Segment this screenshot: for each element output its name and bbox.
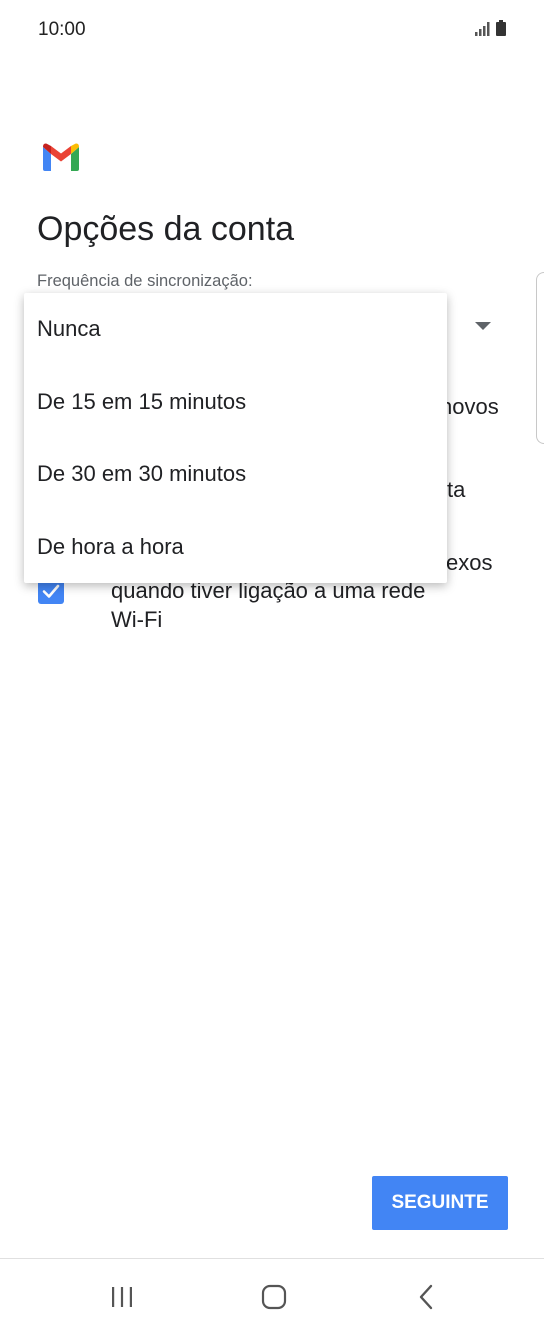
- dropdown-arrow-icon[interactable]: [475, 322, 491, 330]
- sync-frequency-label: Frequência de sincronização:: [37, 272, 253, 290]
- gmail-logo-icon: [43, 143, 79, 171]
- dropdown-option-30-min[interactable]: De 30 em 30 minutos: [24, 438, 447, 511]
- battery-icon: [496, 20, 506, 36]
- home-icon: [261, 1284, 287, 1310]
- page-title: Opções da conta: [37, 210, 295, 248]
- signal-icon: [475, 22, 490, 36]
- dropdown-option-hourly[interactable]: De hora a hora: [24, 511, 447, 584]
- back-button[interactable]: [406, 1279, 446, 1315]
- status-icons: [475, 20, 506, 36]
- background-text-fragment: exos: [446, 550, 493, 575]
- dropdown-option-never[interactable]: Nunca: [24, 293, 447, 366]
- status-bar: 10:00: [0, 0, 544, 60]
- background-text-fragment: ta: [447, 477, 466, 502]
- sync-frequency-dropdown: Nunca De 15 em 15 minutos De 30 em 30 mi…: [24, 293, 447, 583]
- recent-apps-icon: [112, 1287, 132, 1307]
- recent-apps-button[interactable]: [102, 1279, 142, 1315]
- next-button[interactable]: SEGUINTE: [372, 1176, 508, 1230]
- home-button[interactable]: [254, 1279, 294, 1315]
- status-time: 10:00: [38, 19, 86, 40]
- back-icon: [419, 1284, 433, 1310]
- wifi-attachments-label-cont: Wi-Fi: [111, 607, 163, 632]
- background-text-fragment: novos: [440, 394, 499, 419]
- navigation-bar: [0, 1259, 544, 1330]
- scroll-indicator: [536, 272, 544, 444]
- dropdown-option-15-min[interactable]: De 15 em 15 minutos: [24, 366, 447, 439]
